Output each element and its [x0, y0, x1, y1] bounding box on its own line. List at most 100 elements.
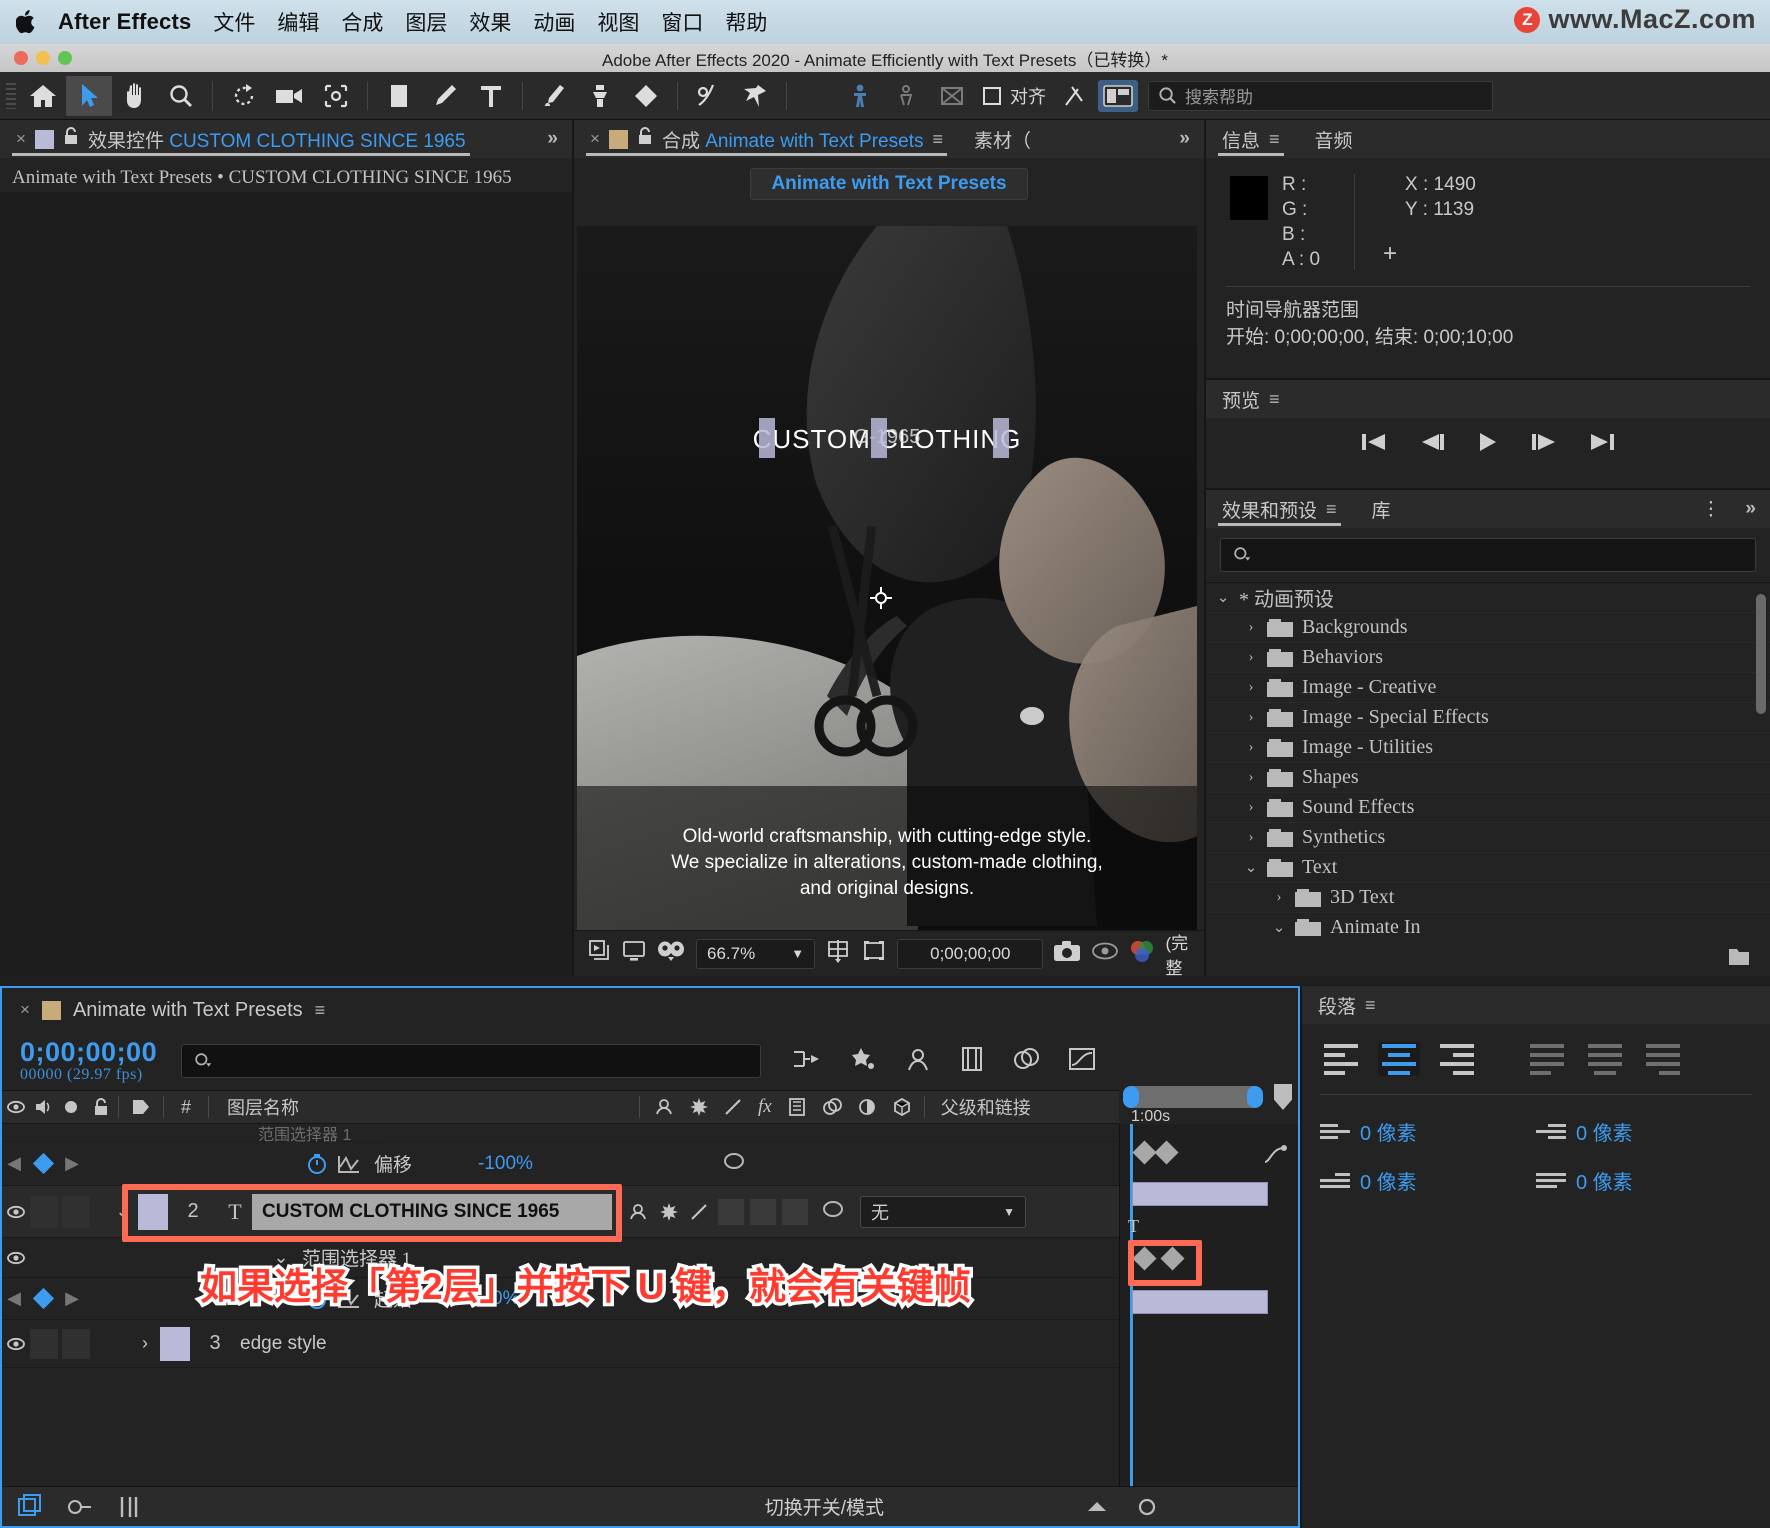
eraser-tool-icon[interactable]: [623, 76, 669, 116]
indent-left-margin[interactable]: 0 像素: [1320, 1117, 1536, 1146]
tree-item-sound-effects[interactable]: › Sound Effects: [1206, 793, 1770, 823]
workspace-icon[interactable]: [1098, 79, 1138, 112]
menu-animation[interactable]: 动画: [533, 7, 575, 37]
tab-info[interactable]: 信息 ≡: [1218, 120, 1284, 158]
info-panel-menu-icon[interactable]: ≡: [1269, 130, 1280, 148]
tree-item-shapes[interactable]: › Shapes: [1206, 763, 1770, 793]
indent-first-line[interactable]: 0 像素: [1320, 1166, 1536, 1195]
always-preview-icon[interactable]: [588, 939, 612, 968]
chevron-down-icon[interactable]: ⌄: [1272, 918, 1286, 936]
align-layers-icon[interactable]: [837, 76, 883, 116]
comp-panel-menu-icon[interactable]: ≡: [932, 130, 943, 148]
chevron-down-icon[interactable]: ⌄: [1216, 588, 1230, 607]
column-layer-name-header[interactable]: 图层名称: [209, 1094, 639, 1120]
table-row[interactable]: ◀ ▶ 偏移 -100%: [2, 1142, 1119, 1186]
tree-item-image-special-effects[interactable]: › Image - Special Effects: [1206, 703, 1770, 733]
layer3-label-swatch[interactable]: [160, 1326, 190, 1361]
roto-brush-tool-icon[interactable]: [686, 76, 732, 116]
layer2-duration-bar[interactable]: [1132, 1182, 1268, 1206]
chevron-right-icon[interactable]: ›: [1244, 679, 1258, 696]
align-right-button[interactable]: [1436, 1042, 1478, 1076]
paragraph-panel-menu-icon[interactable]: ≡: [1365, 996, 1376, 1014]
timeline-track-area[interactable]: T: [1119, 1084, 1298, 1486]
close-tab-icon[interactable]: ×: [16, 129, 26, 149]
next-frame-icon[interactable]: [1529, 430, 1559, 459]
zoom-level-select[interactable]: 66.7% ▼: [696, 938, 816, 969]
tree-item-behaviors[interactable]: › Behaviors: [1206, 643, 1770, 673]
menu-edit[interactable]: 编辑: [277, 7, 319, 37]
indent-left-value[interactable]: 0 像素: [1360, 1117, 1417, 1146]
layer-audio-toggle[interactable]: [30, 1195, 58, 1228]
parent-select[interactable]: 无 ▼: [860, 1195, 1026, 1228]
indent-first-line-value[interactable]: 0 像素: [1360, 1166, 1417, 1195]
switch-box-3[interactable]: [782, 1198, 808, 1225]
layer-name-field[interactable]: CUSTOM CLOTHING SINCE 1965: [252, 1193, 612, 1230]
solo-icon[interactable]: [58, 1099, 84, 1115]
tab-effect-controls[interactable]: × 效果控件 CUSTOM CLOTHING SINCE 1965: [12, 120, 470, 158]
chevron-right-icon[interactable]: ›: [1244, 739, 1258, 756]
zoom-tool-icon[interactable]: [158, 76, 204, 116]
tab-preview[interactable]: 预览 ≡: [1218, 380, 1284, 418]
snapping-icon[interactable]: [1052, 76, 1098, 116]
chevron-down-icon[interactable]: ⌄: [1244, 858, 1258, 877]
prev-frame-icon[interactable]: [1417, 430, 1447, 459]
prev-keyframe-icon-2[interactable]: ◀: [2, 1288, 26, 1309]
toggle-switches-modes-icon[interactable]: [16, 1493, 44, 1520]
layer3-visibility-toggle[interactable]: [2, 1335, 30, 1353]
justify-last-left-button[interactable]: [1526, 1042, 1568, 1076]
transparency-grid-icon[interactable]: [861, 939, 887, 968]
table-row[interactable]: ⌄ 2 T CUSTOM CLOTHING SINCE 1965 无 ▼: [2, 1186, 1119, 1238]
row-shy-icon[interactable]: [628, 1203, 648, 1221]
chevron-right-icon[interactable]: ›: [1244, 619, 1258, 636]
keyframe-toggle-2[interactable]: [26, 1287, 60, 1310]
layer-twirl-icon[interactable]: ⌄: [112, 1201, 134, 1222]
column-index-header[interactable]: #: [164, 1097, 208, 1118]
tree-item-synthetics[interactable]: › Synthetics: [1206, 823, 1770, 853]
effects-presets-menu-icon[interactable]: ≡: [1326, 500, 1337, 518]
comp-name-chip[interactable]: Animate with Text Presets: [750, 168, 1028, 200]
timeline-panel-menu-icon[interactable]: ≡: [315, 1001, 326, 1019]
comp-expand-chevron-icon[interactable]: »: [1179, 128, 1190, 150]
align-layers-3-icon[interactable]: [929, 76, 975, 116]
effects-presets-scrollbar[interactable]: [1756, 594, 1766, 714]
menu-composition[interactable]: 合成: [341, 7, 383, 37]
current-time-field[interactable]: 0;00;00;00: [897, 938, 1044, 969]
navigator-right-handle[interactable]: [1247, 1086, 1263, 1108]
apple-logo-icon[interactable]: [14, 7, 40, 37]
row-visibility-icon[interactable]: [2, 1249, 30, 1267]
comp-lock-icon[interactable]: [637, 127, 653, 151]
chevron-right-icon[interactable]: ›: [1272, 889, 1286, 906]
hand-tool-icon[interactable]: [112, 76, 158, 116]
justify-last-right-button[interactable]: [1642, 1042, 1684, 1076]
tree-item-backgrounds[interactable]: › Backgrounds: [1206, 613, 1770, 643]
chevron-right-icon[interactable]: ›: [1244, 649, 1258, 666]
table-row[interactable]: › 3 edge style: [2, 1320, 1119, 1368]
row-effects-star-icon[interactable]: [660, 1202, 678, 1221]
motion-blur-icon[interactable]: [1011, 1046, 1041, 1077]
audio-icon[interactable]: [30, 1098, 58, 1116]
show-snapshot-icon[interactable]: [1091, 941, 1119, 966]
channel-color-icon[interactable]: [1129, 939, 1155, 968]
layer-visibility-toggle[interactable]: [2, 1203, 30, 1221]
menu-layer[interactable]: 图层: [405, 7, 447, 37]
layer3-audio-toggle[interactable]: [30, 1328, 58, 1359]
tab-paragraph[interactable]: 段落 ≡: [1314, 986, 1380, 1024]
monitor-icon[interactable]: [622, 939, 646, 968]
chevron-right-icon[interactable]: ›: [1244, 769, 1258, 786]
toolbar-grip[interactable]: [6, 82, 16, 109]
3d-glasses-icon[interactable]: [656, 940, 686, 967]
layer-label-swatch[interactable]: [138, 1193, 168, 1230]
video-visibility-icon[interactable]: [2, 1098, 30, 1116]
search-help-input[interactable]: 搜索帮助: [1148, 80, 1493, 111]
table-row[interactable]: 范围选择器 1: [2, 1124, 1119, 1144]
align-center-button[interactable]: [1378, 1042, 1420, 1076]
effects-presets-tree[interactable]: ⌄ * 动画预设 › Backgrounds › Behaviors › Image - …: [1206, 582, 1770, 936]
text-tool-icon[interactable]: [468, 76, 514, 116]
indent-right-margin[interactable]: 0 像素: [1536, 1117, 1752, 1146]
rectangle-tool-icon[interactable]: [376, 76, 422, 116]
space-before-value[interactable]: 0 像素: [1576, 1166, 1633, 1195]
effects-presets-expand-chevron-icon[interactable]: »: [1745, 498, 1756, 520]
time-navigator-bar[interactable]: [1123, 1086, 1263, 1108]
timeline-current-time[interactable]: 0;00;00;00 00000 (29.97 fps): [20, 1038, 157, 1083]
selection-tool-icon[interactable]: [66, 75, 112, 116]
